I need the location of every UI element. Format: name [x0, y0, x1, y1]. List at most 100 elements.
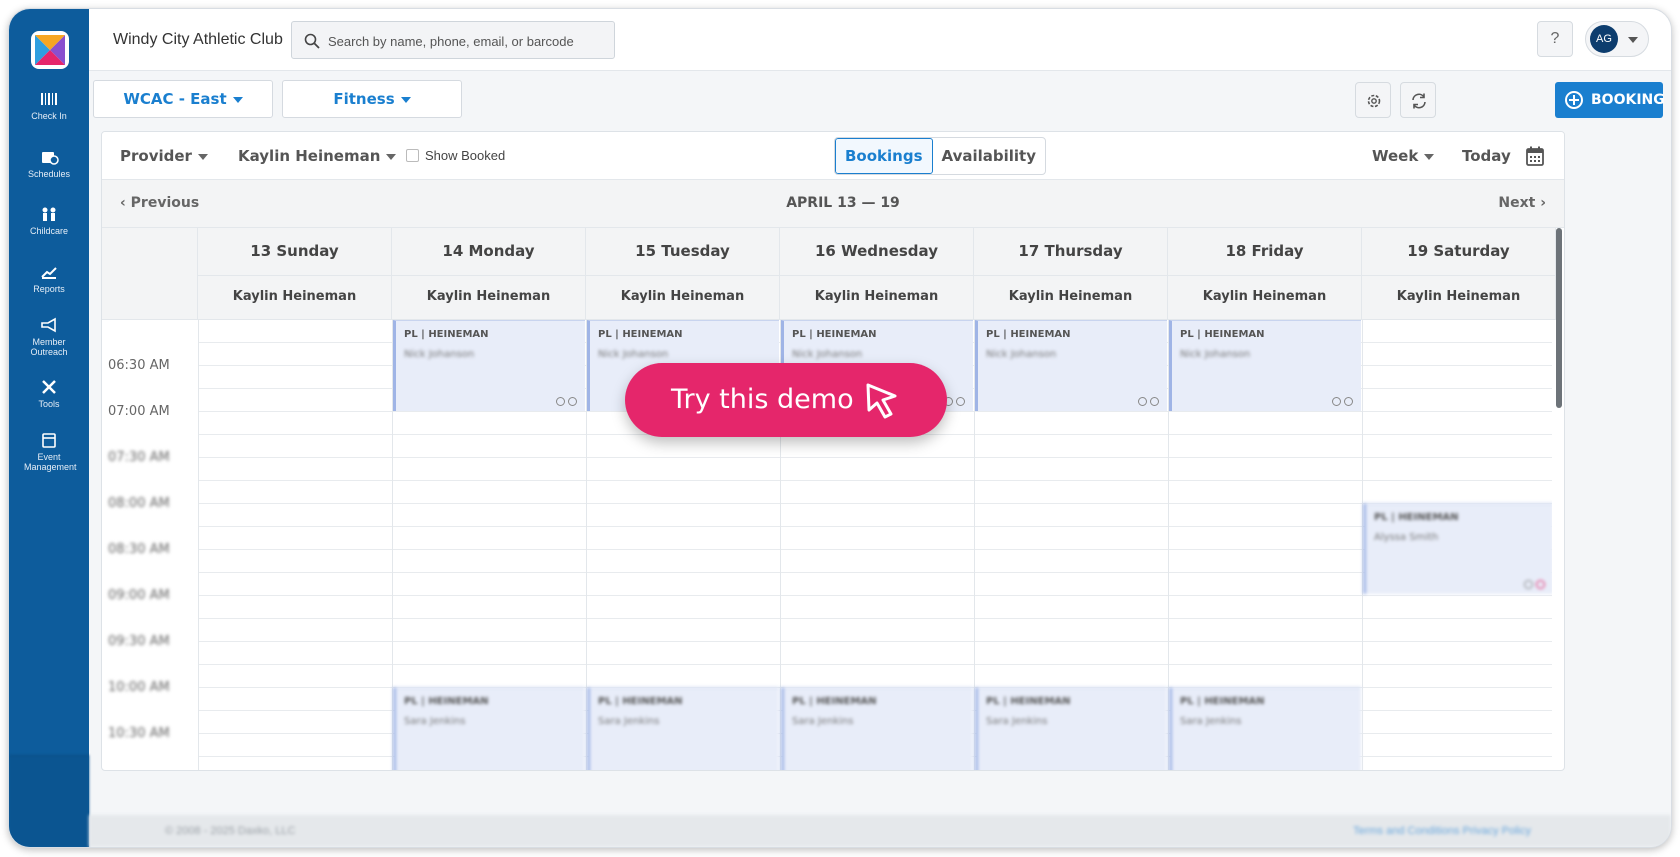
recurring-icon — [1521, 574, 1547, 589]
gear-icon — [1367, 94, 1381, 108]
booking-event[interactable]: PL | HEINEMAN Nick Johanson — [975, 320, 1167, 411]
barcode-icon — [41, 93, 57, 105]
event-member: Sara Jenkins — [1180, 716, 1242, 727]
day-header: 19 Saturday — [1362, 228, 1556, 276]
vertical-scrollbar[interactable] — [1556, 228, 1562, 408]
event-title: PL | HEINEMAN — [1180, 329, 1265, 340]
booking-event[interactable]: PL | HEINEMAN Nick Johanson — [1169, 320, 1361, 411]
booking-event[interactable]: PL | HEINEMAN Sara Jenkins — [1169, 687, 1361, 770]
sidebar-item-schedules[interactable]: Schedules — [9, 149, 89, 179]
provider-filter-label: Provider — [120, 147, 192, 165]
view-range-label: Week — [1372, 147, 1419, 165]
sidebar-item-label: Check In — [31, 111, 67, 121]
provider-header: Kaylin Heineman — [586, 276, 780, 320]
calendar-icon[interactable] — [1526, 146, 1544, 166]
category-select[interactable]: Fitness — [282, 80, 462, 118]
event-member: Nick Johanson — [1180, 349, 1251, 360]
location-select[interactable]: WCAC - East — [93, 80, 273, 118]
view-range-select[interactable]: Week — [1372, 147, 1435, 165]
club-name: Windy City Athletic Club — [113, 31, 283, 48]
search-input[interactable] — [328, 30, 604, 52]
day-header: 14 Monday — [392, 228, 586, 276]
day-header: 18 Friday — [1168, 228, 1362, 276]
booking-event[interactable]: PL | HEINEMAN Sara Jenkins — [975, 687, 1167, 770]
footer-links[interactable]: Terms and Conditions Privacy Policy — [1353, 825, 1531, 837]
provider-select[interactable]: Kaylin Heineman — [238, 147, 397, 165]
sidebar-item-tools[interactable]: Tools — [9, 379, 89, 409]
time-label: 08:30 AM — [108, 542, 170, 557]
sidebar: Check In Schedules Childcare Reports Mem… — [9, 9, 89, 847]
settings-button[interactable] — [1355, 82, 1391, 118]
time-label: 09:00 AM — [108, 588, 170, 603]
event-title: PL | HEINEMAN — [1374, 512, 1459, 523]
booking-event[interactable]: PL | HEINEMAN Nick Johanson — [393, 320, 585, 411]
provider-header: Kaylin Heineman — [780, 276, 974, 320]
app-logo[interactable] — [31, 31, 69, 69]
event-member: Sara Jenkins — [986, 716, 1048, 727]
provider-header: Kaylin Heineman — [198, 276, 392, 320]
booking-event[interactable]: PL | HEINEMAN Sara Jenkins — [781, 687, 973, 770]
provider-header: Kaylin Heineman — [392, 276, 586, 320]
provider-header: Kaylin Heineman — [1362, 276, 1556, 320]
provider-header: Kaylin Heineman — [1168, 276, 1362, 320]
show-booked-checkbox[interactable]: Show Booked — [406, 148, 505, 163]
location-label: WCAC - East — [123, 90, 227, 108]
calendar-clock-icon — [42, 152, 59, 165]
week-range: APRIL 13 — 19 — [786, 195, 900, 211]
chevron-down-icon — [1628, 37, 1638, 43]
calendar-toolbar: Provider Kaylin Heineman Show Booked Boo… — [102, 132, 1564, 180]
search-icon — [304, 33, 320, 49]
avatar: AG — [1590, 25, 1618, 53]
user-menu[interactable]: AG — [1585, 21, 1649, 57]
try-demo-button[interactable]: Try this demo — [625, 363, 947, 437]
time-label: 08:00 AM — [108, 496, 170, 511]
sidebar-item-label: Childcare — [29, 226, 69, 236]
booking-event[interactable]: PL | HEINEMAN Alyssa Smith — [1363, 503, 1552, 594]
time-label: 06:30 AM — [108, 358, 170, 373]
help-button[interactable]: ? — [1537, 21, 1573, 57]
sidebar-item-label: Schedules — [27, 169, 71, 179]
sidebar-item-member-outreach[interactable]: Member Outreach — [9, 317, 89, 357]
event-title: PL | HEINEMAN — [598, 696, 683, 707]
tab-bookings[interactable]: Bookings — [835, 138, 933, 174]
booking-event[interactable]: PL | HEINEMAN Sara Jenkins — [393, 687, 585, 770]
event-member: Nick Johanson — [598, 349, 669, 360]
add-booking-button[interactable]: BOOKING — [1555, 82, 1665, 118]
day-header: 13 Sunday — [198, 228, 392, 276]
tab-availability[interactable]: Availability — [933, 138, 1045, 174]
try-demo-label: Try this demo — [671, 384, 854, 415]
sidebar-item-event-management[interactable]: Event Management — [9, 432, 89, 472]
time-label: 10:00 AM — [108, 680, 170, 695]
event-member: Sara Jenkins — [792, 716, 854, 727]
event-title: PL | HEINEMAN — [986, 696, 1071, 707]
booking-event[interactable]: PL | HEINEMAN Sara Jenkins — [587, 687, 779, 770]
calendar-panel: Provider Kaylin Heineman Show Booked Boo… — [101, 131, 1565, 771]
provider-select-label: Kaylin Heineman — [238, 147, 381, 165]
show-booked-label: Show Booked — [425, 148, 506, 163]
today-button[interactable]: Today — [1462, 147, 1511, 165]
time-label: 10:30 AM — [108, 726, 170, 741]
next-week-button[interactable]: Next › — [1498, 195, 1546, 211]
sidebar-item-check-in[interactable]: Check In — [9, 91, 89, 121]
sidebar-item-label: Event Management — [24, 452, 77, 472]
app-window: Check In Schedules Childcare Reports Mem… — [8, 8, 1672, 848]
event-title: PL | HEINEMAN — [598, 329, 683, 340]
next-label: Next — [1498, 195, 1536, 211]
plus-circle-icon — [1565, 91, 1583, 109]
day-header: 17 Thursday — [974, 228, 1168, 276]
grid-corner — [102, 228, 198, 320]
provider-header: Kaylin Heineman — [974, 276, 1168, 320]
provider-filter[interactable]: Provider — [120, 147, 208, 165]
caret-down-icon — [386, 153, 397, 160]
event-title: PL | HEINEMAN — [792, 696, 877, 707]
sidebar-item-childcare[interactable]: Childcare — [9, 206, 89, 236]
event-title: PL | HEINEMAN — [404, 329, 489, 340]
sidebar-item-reports[interactable]: Reports — [9, 264, 89, 294]
checkbox-box[interactable] — [406, 149, 419, 162]
search-box[interactable] — [291, 21, 615, 59]
caret-down-icon — [1424, 153, 1435, 160]
sidebar-settings-area[interactable] — [9, 755, 89, 847]
cursor-arrow-icon — [866, 383, 897, 419]
refresh-button[interactable] — [1400, 82, 1436, 118]
category-label: Fitness — [333, 90, 395, 108]
